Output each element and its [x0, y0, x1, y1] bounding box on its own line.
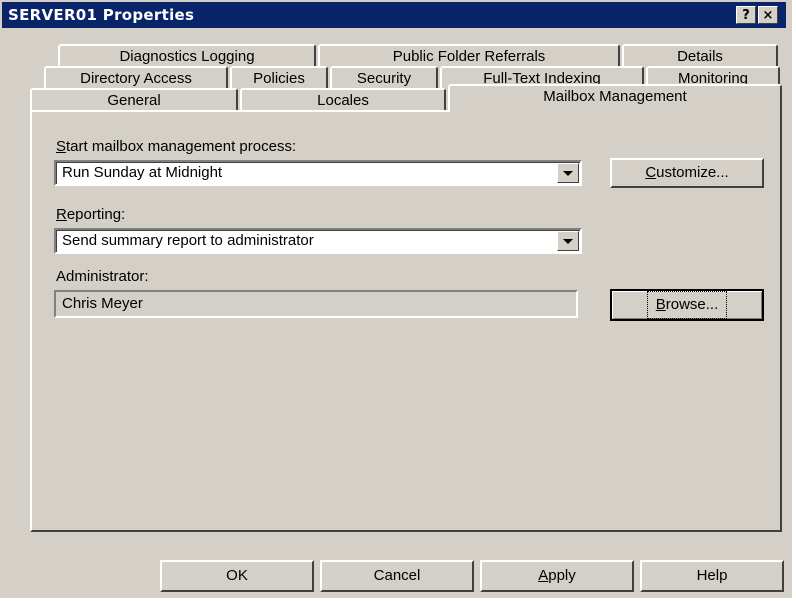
properties-dialog: SERVER01 Properties ? × Diagnostics Logg… — [0, 0, 792, 598]
window-title: SERVER01 Properties — [8, 6, 195, 24]
mailbox-management-panel: Start mailbox management process: Run Su… — [30, 110, 782, 532]
tab-policies[interactable]: Policies — [230, 66, 328, 88]
cancel-button[interactable]: Cancel — [320, 560, 474, 592]
reporting-value: Send summary report to administrator — [62, 232, 314, 249]
title-bar: SERVER01 Properties ? × — [2, 2, 786, 28]
dropdown-arrow-icon[interactable] — [557, 231, 579, 251]
browse-button[interactable]: Browse... — [610, 289, 764, 321]
help-icon[interactable]: ? — [736, 6, 756, 24]
tab-locales[interactable]: Locales — [240, 88, 446, 110]
reporting-dropdown[interactable]: Send summary report to administrator — [54, 228, 582, 254]
tab-directory-access[interactable]: Directory Access — [44, 66, 228, 88]
tab-security[interactable]: Security — [330, 66, 438, 88]
apply-button[interactable]: Apply — [480, 560, 634, 592]
close-icon[interactable]: × — [758, 6, 778, 24]
ok-button[interactable]: OK — [160, 560, 314, 592]
customize-button[interactable]: Customize... — [610, 158, 764, 188]
help-button[interactable]: Help — [640, 560, 784, 592]
administrator-value: Chris Meyer — [62, 295, 143, 312]
start-process-dropdown[interactable]: Run Sunday at Midnight — [54, 160, 582, 186]
tab-public-folder-referrals[interactable]: Public Folder Referrals — [318, 44, 620, 66]
reporting-label: Reporting: — [56, 206, 126, 223]
administrator-field: Chris Meyer — [54, 290, 578, 318]
tab-diagnostics-logging[interactable]: Diagnostics Logging — [58, 44, 316, 66]
tab-mailbox-management[interactable]: Mailbox Management — [448, 84, 782, 112]
start-process-label: Start mailbox management process: — [56, 138, 297, 155]
dropdown-arrow-icon[interactable] — [557, 163, 579, 183]
administrator-label: Administrator: — [56, 268, 149, 285]
tab-details[interactable]: Details — [622, 44, 778, 66]
start-process-value: Run Sunday at Midnight — [62, 164, 223, 181]
tab-general[interactable]: General — [30, 88, 238, 110]
